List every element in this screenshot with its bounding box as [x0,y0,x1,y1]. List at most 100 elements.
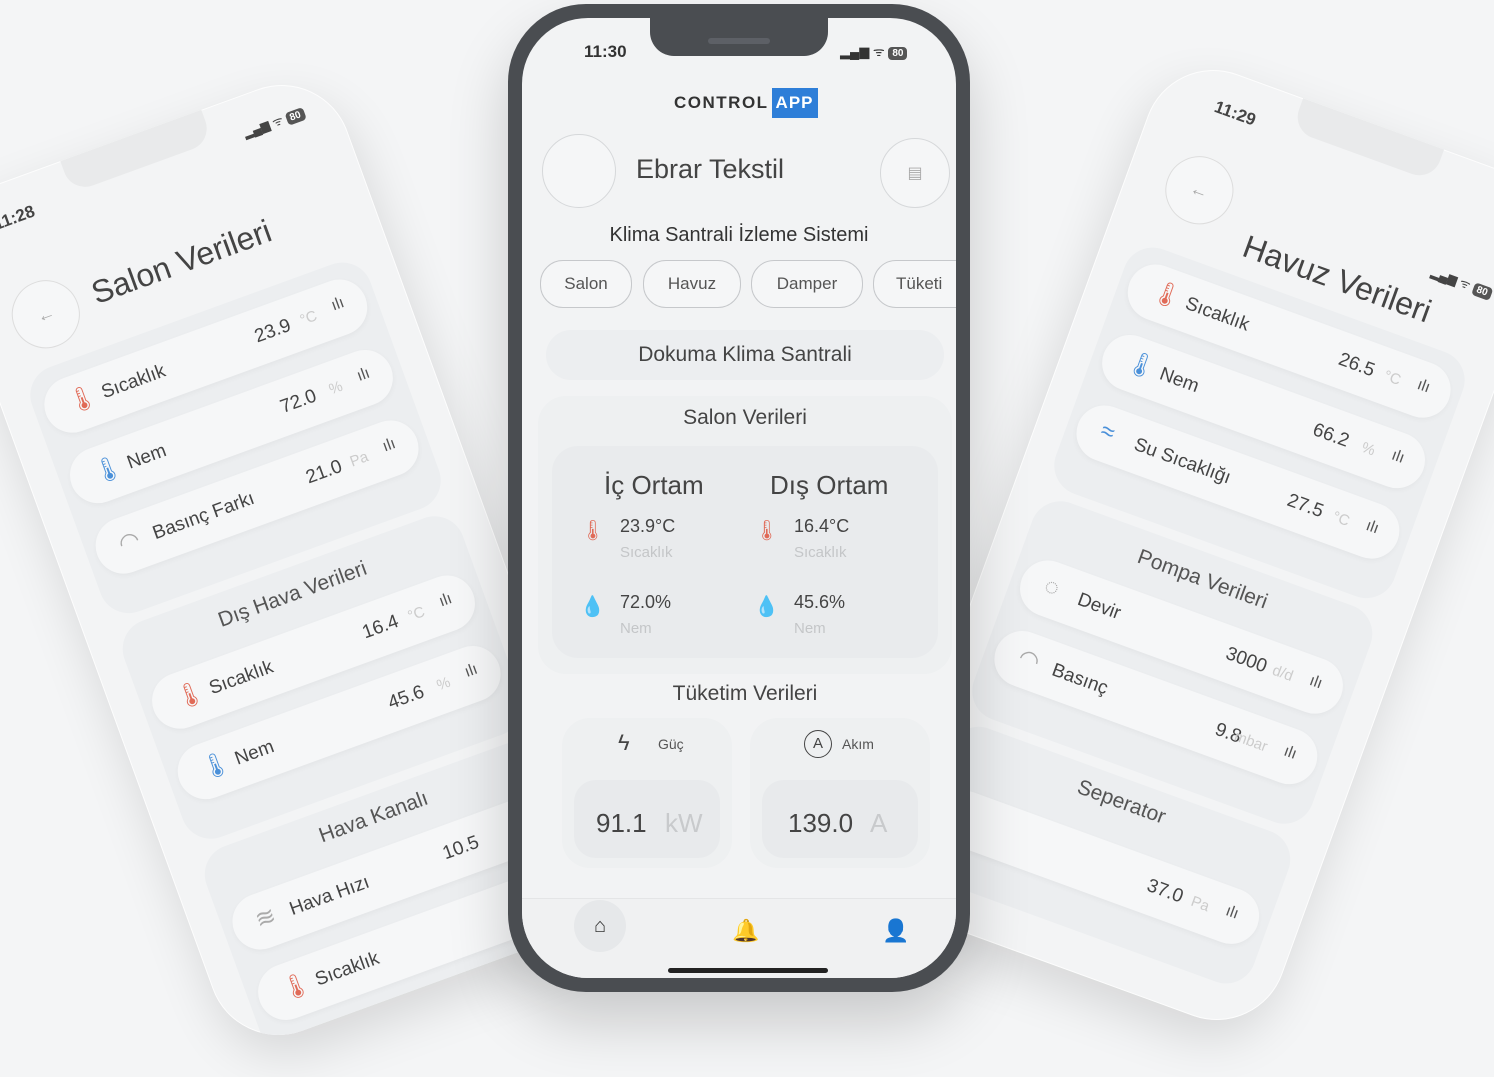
chart-icon[interactable]: ılı [1415,376,1433,397]
status-icons: ▂▄▆ ᯤ 80 [241,103,307,141]
phone-home: 11:30 ▂▄▆ ᯤ 80 CONTROL APP Ebrar Tekstil… [508,4,970,992]
row-unit: Pa [1188,892,1212,916]
tab-tuketim[interactable]: Tüketi [873,260,956,308]
row-unit: % [1359,438,1378,460]
consumption-title: Tüketim Verileri [672,682,818,705]
ampere-icon: A [804,730,832,758]
row-label: Nem [124,440,170,474]
arrow-left-icon: ← [1187,177,1212,203]
inside-temp: 23.9°C [620,516,676,536]
salon-title: Salon Verileri [683,406,807,429]
chart-icon[interactable]: ılı [1223,902,1241,923]
status-icons: ▂▄▆ ᯤ 80 [1429,263,1494,301]
lightning-icon: ϟ [618,730,630,755]
tab-damper[interactable]: Damper [751,260,863,308]
home-screen: 11:30 ▂▄▆ ᯤ 80 CONTROL APP Ebrar Tekstil… [522,18,956,978]
status-icons: ▂▄▆ ᯤ 80 [840,42,908,60]
thermometer-icon: 🌡 [580,520,606,542]
row-value: 37.0 [1144,875,1187,908]
chart-icon[interactable]: ılı [355,365,373,386]
row-value: 3000 [1222,643,1270,678]
current-unit: A [870,808,888,838]
outside-temp-label: Sıcaklık [794,544,847,561]
chart-icon[interactable]: ılı [380,435,398,456]
chart-icon[interactable]: ılı [462,661,480,682]
inside-title: İç Ortam [604,470,704,500]
power-unit: kW [665,808,703,838]
home-indicator [668,968,828,973]
chart-icon[interactable]: ılı [1281,743,1299,764]
row-unit: % [434,673,453,695]
company-avatar[interactable] [542,134,616,208]
nav-profile[interactable]: 👤 [882,918,909,944]
status-time: 11:29 [1211,97,1259,130]
row-label: Sıcaklık [1182,293,1253,336]
row-unit: % [326,377,346,399]
tab-havuz[interactable]: Havuz [643,260,741,308]
row-unit: °C [1330,508,1352,530]
inside-humidity: 72.0% [620,592,672,612]
row-value: 27.5 [1284,489,1327,523]
power-value: 91.1 [596,808,647,838]
row-label: Nem [1156,363,1202,398]
current-value: 139.0 [788,808,854,838]
row-unit: °C [297,307,320,330]
pressure-icon: ◠ [1014,643,1044,677]
row-value: 10.5 [439,831,482,865]
thermometer-icon: 🌡 [1147,277,1186,313]
row-label: Devir [1074,589,1124,625]
wind-icon: ≋ [251,901,280,935]
company-name: Ebrar Tekstil [636,154,785,184]
battery-icon: 80 [284,107,307,126]
battery-icon: 80 [888,47,908,60]
row-value: 16.4 [359,610,402,644]
notch [60,109,213,194]
menu-button[interactable]: ▤ [880,138,950,208]
chart-icon[interactable]: ılı [1307,672,1325,693]
row-label: Nem [232,736,277,770]
row-value: 21.0 [303,455,346,489]
outside-title: Dış Ortam [770,470,889,500]
row-value: 66.2 [1309,419,1352,452]
chart-icon[interactable]: ılı [329,294,347,315]
chart-icon[interactable]: ılı [1389,447,1407,468]
arrow-left-icon: ← [33,301,58,327]
chart-icon[interactable]: ılı [437,590,455,611]
droplet-icon: 💧 [754,596,779,618]
row-label: Sıcaklık [98,360,169,404]
bell-icon: 🔔 [732,918,760,943]
row-value: 23.9 [251,314,294,348]
tab-salon[interactable]: Salon [540,260,632,308]
row-unit: Pa [347,448,371,471]
gauge-icon: ◠ [114,525,144,559]
nav-home[interactable]: ⌂ [574,900,626,952]
outside-humidity: 45.6% [794,592,846,612]
row-unit: °C [1381,367,1404,389]
row-value: 45.6 [385,681,428,714]
row-value: 72.0 [277,385,320,418]
thermometer-icon: 🌡 [277,968,316,1005]
humidity-icon: 🌡 [89,451,127,488]
inside-humidity-label: Nem [620,620,652,637]
app-logo: CONTROL APP [674,88,818,118]
back-button[interactable]: ← [2,270,90,358]
nav-notifications[interactable]: 🔔 [732,918,759,944]
system-subtitle: Klima Santrali İzleme Sistemi [609,224,869,246]
status-time: 11:30 [584,42,627,61]
chart-icon[interactable]: ılı [1363,517,1382,538]
row-unit: °C [405,603,428,626]
row-value: 26.5 [1335,348,1378,382]
row-label: Basınç [1049,659,1111,700]
water-temp-icon: ≈ [1096,417,1119,447]
thermometer-icon: 🌡 [171,677,210,714]
current-label: Akım [842,736,874,752]
outside-temp: 16.4°C [794,516,850,536]
outside-humidity-label: Nem [794,620,826,637]
row-unit: mbar [1231,727,1270,756]
unit-title: Dokuma Klima Santrali [546,330,944,380]
inside-temp-label: Sıcaklık [620,544,673,561]
home-icon: ⌂ [593,914,607,937]
power-label: Güç [658,736,684,752]
back-button[interactable]: ← [1155,146,1243,234]
status-time: 11:28 [0,201,38,234]
